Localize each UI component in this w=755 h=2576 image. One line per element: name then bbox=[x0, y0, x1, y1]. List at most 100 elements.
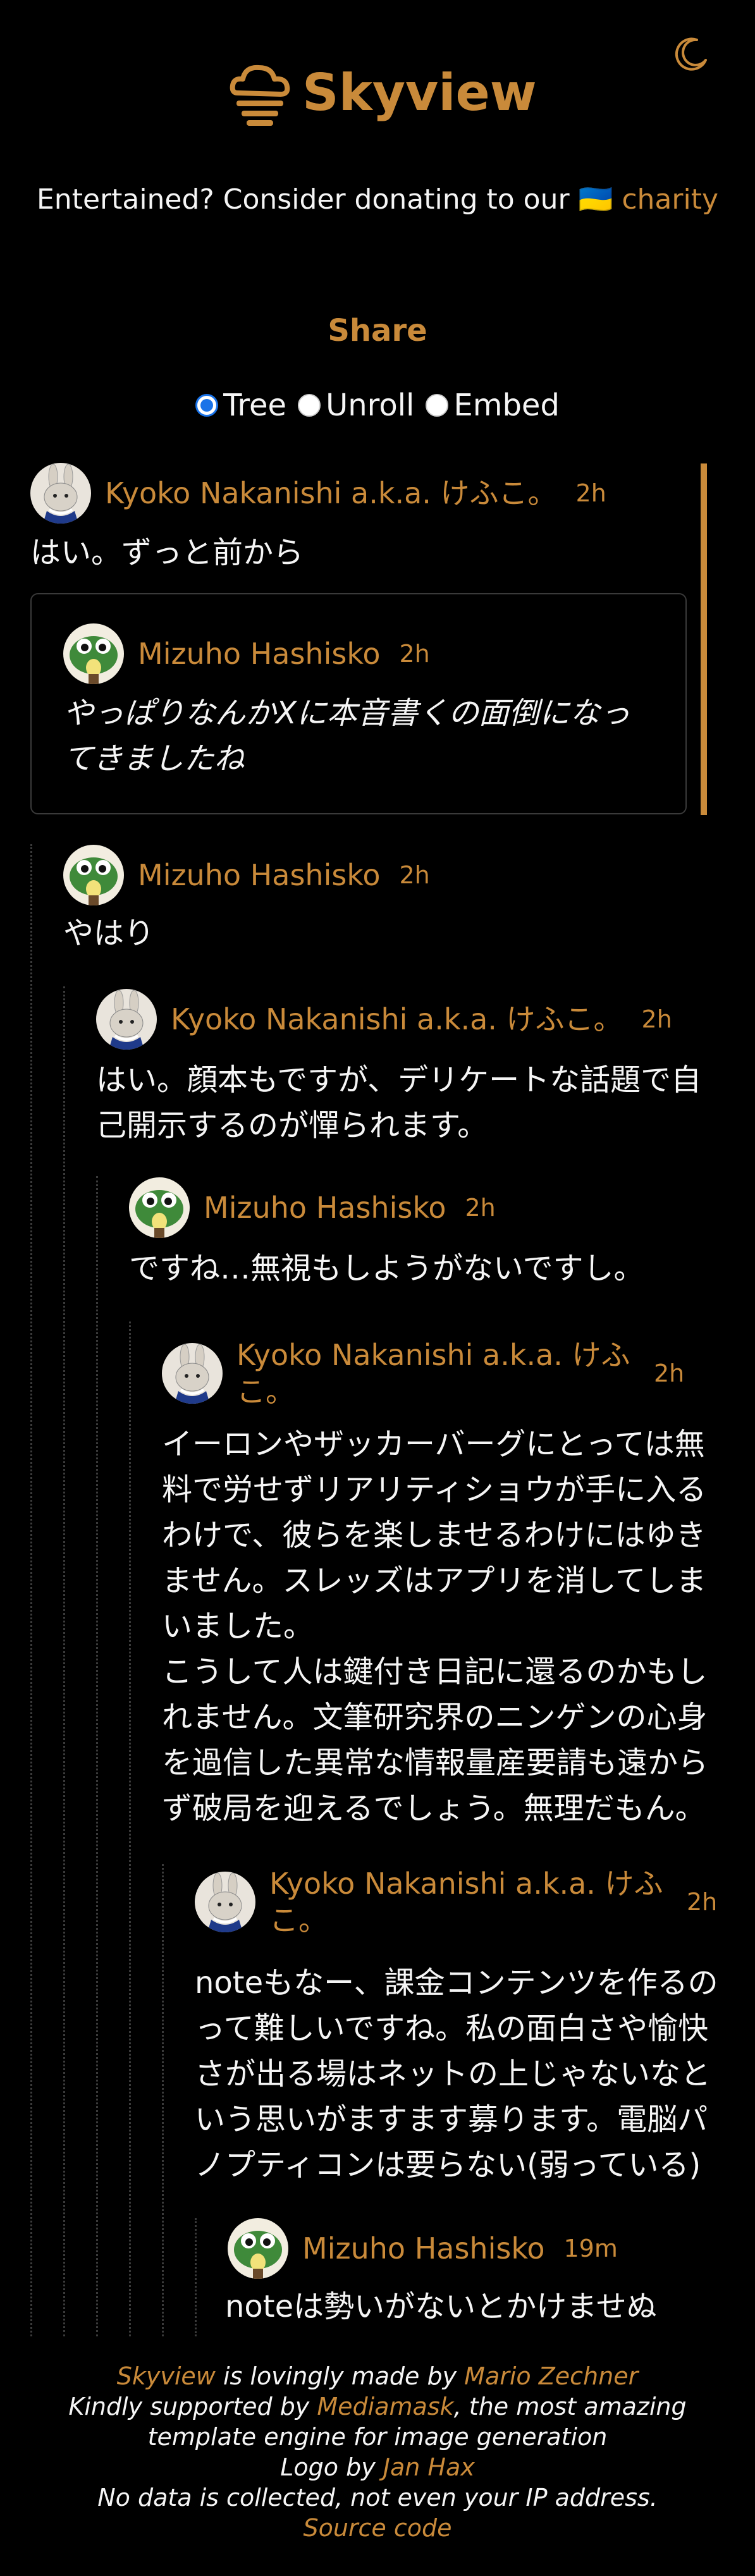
author-line[interactable]: Kyoko Nakanishi a.k.a. けふ bbox=[236, 1337, 654, 1373]
logo-author-link[interactable]: Jan Hax bbox=[383, 2453, 475, 2481]
author-line[interactable]: Kyoko Nakanishi a.k.a. けふ bbox=[269, 1865, 687, 1902]
text-line: こうして人は鍵付き日記に還るのかもし bbox=[162, 1654, 708, 1690]
footer-text: is lovingly made by bbox=[215, 2362, 465, 2390]
avatar[interactable] bbox=[129, 1177, 190, 1238]
radio-tree[interactable]: Tree bbox=[195, 388, 286, 423]
post-header: Kyoko Nakanishi a.k.a. けふこ。 2h bbox=[96, 989, 672, 1050]
avatar[interactable] bbox=[30, 463, 91, 524]
radio-embed-label[interactable]: Embed bbox=[453, 388, 560, 423]
footer-text: , the most amazing bbox=[453, 2393, 687, 2420]
text-line: ノプティコンは要らない(弱っている) bbox=[195, 2147, 701, 2183]
text-line: わけで、彼らを楽しませるわけにはゆき bbox=[162, 1518, 706, 1553]
radio-unroll-indicator[interactable] bbox=[298, 394, 321, 417]
quoted-post-text: やっぱりなんかXに本音書くの面倒になっ てきましたね bbox=[63, 690, 630, 782]
avatar[interactable] bbox=[96, 989, 157, 1050]
radio-embed-indicator[interactable] bbox=[426, 394, 449, 417]
site-footer: Skyview is lovingly made by Mario Zechne… bbox=[0, 2361, 755, 2543]
brand-title[interactable]: Skyview bbox=[302, 61, 537, 125]
author-name[interactable]: Mizuho Hashisko bbox=[302, 2230, 544, 2267]
selected-thread-bar bbox=[701, 463, 707, 815]
footer-text: Kindly supported by bbox=[68, 2393, 317, 2420]
text-line: さが出る場はネットの上じゃないなと bbox=[195, 2056, 711, 2092]
footer-line: Kindly supported by Mediamask, the most … bbox=[0, 2391, 755, 2422]
post-header: Kyoko Nakanishi a.k.a. けふ こ。 2h bbox=[195, 1865, 717, 1939]
radio-tree-label[interactable]: Tree bbox=[223, 388, 286, 423]
skyview-link[interactable]: Skyview bbox=[117, 2362, 216, 2390]
text-line: 己開示するのが憚られます。 bbox=[96, 1108, 488, 1143]
thread-line[interactable] bbox=[162, 1864, 164, 2336]
post-time[interactable]: 2h bbox=[399, 640, 429, 668]
author-line[interactable]: こ。 bbox=[269, 1902, 687, 1939]
text-line: てきましたね bbox=[63, 741, 245, 776]
text-line: イーロンやザッカーバーグにとっては無 bbox=[162, 1426, 705, 1462]
post-time[interactable]: 2h bbox=[576, 479, 606, 507]
radio-embed[interactable]: Embed bbox=[426, 388, 560, 423]
post-time[interactable]: 2h bbox=[642, 1005, 672, 1033]
footer-line: Source code bbox=[0, 2513, 755, 2543]
text-line: れません。文筆研究界のニンゲンの心身 bbox=[162, 1700, 708, 1735]
avatar[interactable] bbox=[162, 1343, 223, 1404]
text-line: いました。 bbox=[162, 1609, 314, 1644]
text-line: やっぱりなんかXに本音書くの面倒になっ bbox=[63, 696, 630, 731]
donate-banner: Entertained? Consider donating to our 🇺🇦… bbox=[0, 181, 755, 219]
author-line[interactable]: こ。 bbox=[236, 1373, 654, 1410]
post-header: Mizuho Hashisko 19m bbox=[228, 2218, 618, 2279]
share-title: Share bbox=[328, 313, 427, 348]
post-time[interactable]: 2h bbox=[465, 1194, 495, 1222]
ukraine-flag[interactable]: 🇺🇦 bbox=[579, 183, 613, 216]
site-header: Skyview bbox=[0, 35, 755, 142]
footer-line: Skyview is lovingly made by Mario Zechne… bbox=[0, 2361, 755, 2391]
post-text: はい。ずっと前から bbox=[30, 535, 304, 570]
post-header: Mizuho Hashisko 2h bbox=[63, 845, 430, 905]
text-line: を過信した異常な情報量産要請も遠から bbox=[162, 1745, 709, 1781]
post-time[interactable]: 2h bbox=[687, 1888, 717, 1916]
post-header: Kyoko Nakanishi a.k.a. けふこ。 2h bbox=[30, 463, 606, 524]
moon-icon[interactable] bbox=[672, 35, 711, 74]
text-line: はい。顔本もですが、デリケートな話題で自 bbox=[96, 1062, 702, 1098]
post-time[interactable]: 19m bbox=[563, 2235, 617, 2262]
avatar[interactable] bbox=[63, 623, 124, 684]
post-text: noteは勢いがないとかけませぬ bbox=[225, 2289, 657, 2324]
share-mode-radios: Tree Unroll Embed bbox=[0, 388, 755, 423]
thread-line[interactable] bbox=[129, 1322, 131, 2336]
post-time[interactable]: 2h bbox=[399, 861, 429, 889]
donate-text: Entertained? Consider donating to our bbox=[37, 183, 579, 216]
charity-link[interactable]: charity bbox=[622, 183, 718, 216]
footer-line: Logo by Jan Hax bbox=[0, 2452, 755, 2482]
radio-tree-indicator[interactable] bbox=[195, 394, 219, 417]
thread-line[interactable] bbox=[195, 2218, 197, 2336]
radio-unroll[interactable]: Unroll bbox=[298, 388, 414, 423]
avatar[interactable] bbox=[63, 845, 124, 905]
author-name[interactable]: Kyoko Nakanishi a.k.a. けふ こ。 bbox=[269, 1865, 687, 1939]
text-line: noteもなー、課金コンテンツを作るの bbox=[195, 1965, 718, 2001]
radio-unroll-label[interactable]: Unroll bbox=[326, 388, 414, 423]
post-text: noteもなー、課金コンテンツを作るの って難しいですね。私の面白さや愉快 さが… bbox=[195, 1960, 718, 2188]
author-link[interactable]: Mario Zechner bbox=[464, 2362, 638, 2390]
thread-line[interactable] bbox=[30, 844, 32, 2336]
author-name[interactable]: Kyoko Nakanishi a.k.a. けふこ。 bbox=[171, 1001, 623, 1038]
avatar[interactable] bbox=[195, 1872, 255, 1932]
thread-line[interactable] bbox=[96, 1176, 98, 2336]
author-name[interactable]: Mizuho Hashisko bbox=[138, 635, 380, 672]
cloud-stack-logo[interactable] bbox=[225, 60, 295, 126]
footer-line: No data is collected, not even your IP a… bbox=[97, 2484, 658, 2512]
text-line: ません。スレッズはアプリを消してしま bbox=[162, 1563, 707, 1598]
text-line: 料で労せずリアリティショウが手に入る bbox=[162, 1472, 707, 1507]
post-text: イーロンやザッカーバーグにとっては無 料で労せずリアリティショウが手に入る わけ… bbox=[162, 1421, 708, 1831]
mediamask-link[interactable]: Mediamask bbox=[317, 2393, 453, 2420]
post-text: はい。顔本もですが、デリケートな話題で自 己開示するのが憚られます。 bbox=[96, 1057, 701, 1148]
author-name[interactable]: Mizuho Hashisko bbox=[204, 1189, 446, 1226]
author-name[interactable]: Mizuho Hashisko bbox=[138, 857, 380, 893]
quoted-post-header: Mizuho Hashisko 2h bbox=[63, 623, 430, 684]
text-line: ず破局を迎えるでしょう。無理だもん。 bbox=[162, 1791, 706, 1826]
post-header: Kyoko Nakanishi a.k.a. けふ こ。 2h bbox=[162, 1337, 684, 1410]
post-header: Mizuho Hashisko 2h bbox=[129, 1177, 496, 1238]
author-name[interactable]: Kyoko Nakanishi a.k.a. けふこ。 bbox=[105, 475, 557, 512]
avatar[interactable] bbox=[228, 2218, 288, 2279]
thread-line[interactable] bbox=[63, 986, 65, 2336]
post-text: ですね…無視もしようがないですし。 bbox=[129, 1251, 644, 1286]
text-line: って難しいですね。私の面白さや愉快 bbox=[195, 2011, 709, 2046]
source-code-link[interactable]: Source code bbox=[303, 2514, 451, 2542]
post-time[interactable]: 2h bbox=[654, 1359, 684, 1387]
author-name[interactable]: Kyoko Nakanishi a.k.a. けふ こ。 bbox=[236, 1337, 654, 1410]
